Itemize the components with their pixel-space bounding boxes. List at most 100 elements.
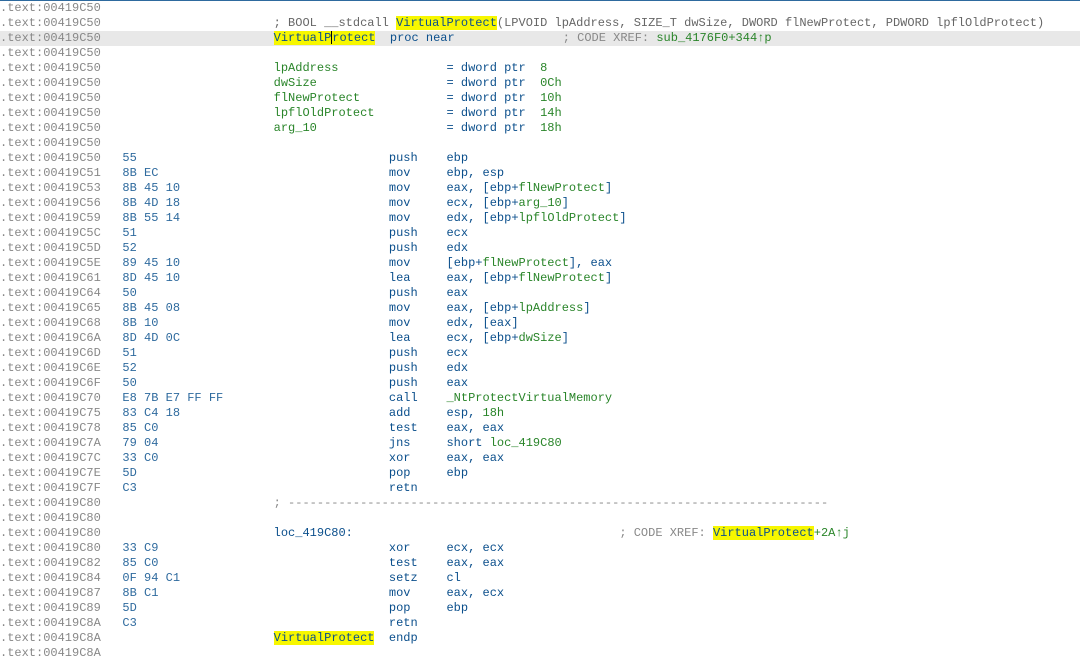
operand: ecx <box>483 586 505 600</box>
opcode-bytes: C3 <box>115 616 389 630</box>
arg-offset: 0Ch <box>540 76 562 90</box>
opcode-bytes: 85 C0 <box>115 421 389 435</box>
asm-line[interactable]: .text:00419C7C 33 C0 xor eax, eax <box>0 451 1080 466</box>
comment: (LPVOID lpAddress, SIZE_T dwSize, DWORD … <box>497 16 1044 30</box>
operand: eax <box>446 271 468 285</box>
operand: lpflOldProtect <box>519 211 620 225</box>
asm-line[interactable]: .text:00419C5C 51 push ecx <box>0 226 1080 241</box>
address: .text:00419C50 <box>0 31 115 45</box>
asm-line[interactable]: .text:00419C7E 5D pop ebp <box>0 466 1080 481</box>
operand: + <box>511 271 518 285</box>
asm-line[interactable]: .text:00419C7A 79 04 jns short loc_419C8… <box>0 436 1080 451</box>
opcode-bytes: 52 <box>115 241 389 255</box>
proc-name[interactable]: VirtualProtect <box>274 631 375 645</box>
opcode-bytes: 8B 45 08 <box>115 301 389 315</box>
operand: ecx <box>483 541 505 555</box>
arg-name: lpAddress <box>274 61 447 75</box>
operand: ebp <box>446 166 468 180</box>
arg-offset: 14h <box>540 106 562 120</box>
mnemonic: mov <box>389 181 447 195</box>
arg-decl: = dword ptr <box>446 106 540 120</box>
operand: ebp <box>490 301 512 315</box>
asm-line[interactable]: .text:00419C59 8B 55 14 mov edx, [ebp+lp… <box>0 211 1080 226</box>
asm-line[interactable]: .text:00419C50 lpflOldProtect = dword pt… <box>0 106 1080 121</box>
operand: eax <box>446 451 468 465</box>
asm-line[interactable]: .text:00419C68 8B 10 mov edx, [eax] <box>0 316 1080 331</box>
asm-line[interactable]: .text:00419C51 8B EC mov ebp, esp <box>0 166 1080 181</box>
asm-line[interactable]: .text:00419C7F C3 retn <box>0 481 1080 496</box>
address: .text:00419C65 <box>0 301 115 315</box>
asm-line[interactable]: .text:00419C80 ; -----------------------… <box>0 496 1080 511</box>
address: .text:00419C7F <box>0 481 115 495</box>
operand: ecx <box>446 196 468 210</box>
asm-line[interactable]: .text:00419C50 <box>0 46 1080 61</box>
asm-line[interactable]: .text:00419C6D 51 push ecx <box>0 346 1080 361</box>
asm-line[interactable]: .text:00419C8A <box>0 646 1080 661</box>
mnemonic: pop <box>389 466 447 480</box>
asm-line[interactable]: .text:00419C8A VirtualProtect endp <box>0 631 1080 646</box>
asm-line[interactable]: .text:00419C78 85 C0 test eax, eax <box>0 421 1080 436</box>
mnemonic: call <box>389 391 447 405</box>
mnemonic: mov <box>389 256 447 270</box>
address: .text:00419C50 <box>0 151 115 165</box>
proc-name[interactable]: VirtualProtect <box>274 31 376 45</box>
asm-line[interactable]: .text:00419C89 5D pop ebp <box>0 601 1080 616</box>
operand: ebp <box>490 196 512 210</box>
asm-line[interactable]: .text:00419C6F 50 push eax <box>0 376 1080 391</box>
asm-line[interactable]: .text:00419C50 55 push ebp <box>0 151 1080 166</box>
address: .text:00419C80 <box>0 541 115 555</box>
opcode-bytes: 8B C1 <box>115 586 389 600</box>
asm-line[interactable]: .text:00419C82 85 C0 test eax, eax <box>0 556 1080 571</box>
address: .text:00419C5D <box>0 241 115 255</box>
asm-line[interactable]: .text:00419C84 0F 94 C1 setz cl <box>0 571 1080 586</box>
asm-line[interactable]: .text:00419C50 ; BOOL __stdcall VirtualP… <box>0 16 1080 31</box>
asm-line[interactable]: .text:00419C8A C3 retn <box>0 616 1080 631</box>
arg-decl: = dword ptr <box>446 121 540 135</box>
operand: flNewProtect <box>483 256 569 270</box>
disassembly-view[interactable]: .text:00419C50 .text:00419C50 ; BOOL __s… <box>0 1 1080 661</box>
address: .text:00419C80 <box>0 511 115 525</box>
asm-line[interactable]: .text:00419C64 50 push eax <box>0 286 1080 301</box>
xref-target[interactable]: VirtualProtect <box>713 526 814 540</box>
operand: ebp <box>490 331 512 345</box>
asm-line[interactable]: .text:00419C50 VirtualProtect proc near … <box>0 31 1080 46</box>
opcode-bytes: 5D <box>115 601 389 615</box>
asm-line[interactable]: .text:00419C80 <box>0 511 1080 526</box>
mnemonic: push <box>389 346 447 360</box>
address: .text:00419C53 <box>0 181 115 195</box>
loc-label[interactable]: loc_419C80: <box>274 526 620 540</box>
asm-line[interactable]: .text:00419C87 8B C1 mov eax, ecx <box>0 586 1080 601</box>
asm-line[interactable]: .text:00419C50 <box>0 136 1080 151</box>
asm-line[interactable]: .text:00419C56 8B 4D 18 mov ecx, [ebp+ar… <box>0 196 1080 211</box>
asm-line[interactable]: .text:00419C50 lpAddress = dword ptr 8 <box>0 61 1080 76</box>
asm-line[interactable]: .text:00419C61 8D 45 10 lea eax, [ebp+fl… <box>0 271 1080 286</box>
address: .text:00419C7E <box>0 466 115 480</box>
asm-line[interactable]: .text:00419C80 loc_419C80: ; CODE XREF: … <box>0 526 1080 541</box>
asm-line[interactable]: .text:00419C65 8B 45 08 mov eax, [ebp+lp… <box>0 301 1080 316</box>
asm-line[interactable]: .text:00419C6E 52 push edx <box>0 361 1080 376</box>
asm-line[interactable]: .text:00419C50 flNewProtect = dword ptr … <box>0 91 1080 106</box>
operand: , [ <box>468 211 490 225</box>
operand: + <box>511 301 518 315</box>
mnemonic: push <box>389 151 447 165</box>
asm-line[interactable]: .text:00419C5D 52 push edx <box>0 241 1080 256</box>
asm-line[interactable]: .text:00419C80 33 C9 xor ecx, ecx <box>0 541 1080 556</box>
asm-line[interactable]: .text:00419C6A 8D 4D 0C lea ecx, [ebp+dw… <box>0 331 1080 346</box>
address: .text:00419C51 <box>0 166 115 180</box>
operand: short <box>446 436 489 450</box>
asm-line[interactable]: .text:00419C5E 89 45 10 mov [ebp+flNewPr… <box>0 256 1080 271</box>
asm-line[interactable]: .text:00419C75 83 C4 18 add esp, 18h <box>0 406 1080 421</box>
asm-line[interactable]: .text:00419C50 <box>0 1 1080 16</box>
operand: , [ <box>468 301 490 315</box>
asm-line[interactable]: .text:00419C50 arg_10 = dword ptr 18h <box>0 121 1080 136</box>
address: .text:00419C80 <box>0 526 115 540</box>
func-name-highlight: VirtualProtect <box>396 16 497 30</box>
operand: esp <box>446 406 468 420</box>
endp-keyword: endp <box>389 631 418 645</box>
asm-line[interactable]: .text:00419C70 E8 7B E7 FF FF call _NtPr… <box>0 391 1080 406</box>
operand: eax <box>483 556 505 570</box>
asm-line[interactable]: .text:00419C50 dwSize = dword ptr 0Ch <box>0 76 1080 91</box>
xref-target[interactable]: sub_4176F0+344↑p <box>656 31 771 45</box>
asm-line[interactable]: .text:00419C53 8B 45 10 mov eax, [ebp+fl… <box>0 181 1080 196</box>
opcode-bytes: E8 7B E7 FF FF <box>115 391 389 405</box>
